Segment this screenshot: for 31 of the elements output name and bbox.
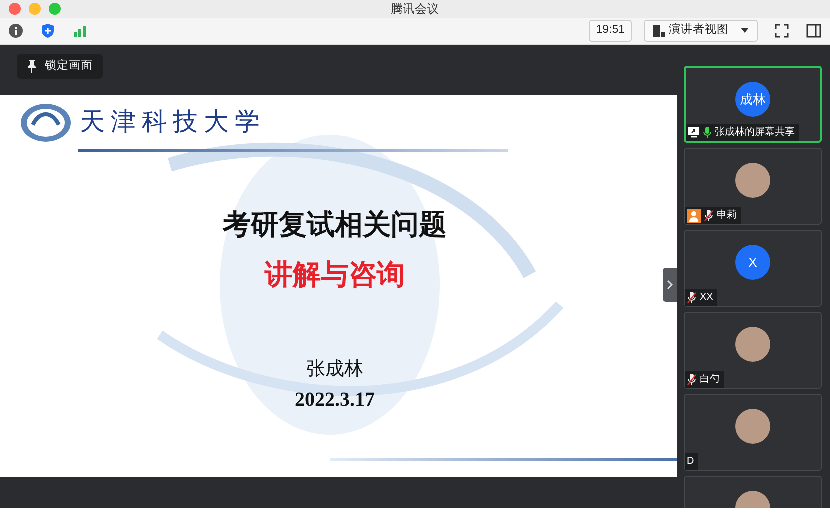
collapse-handle[interactable]	[663, 268, 677, 302]
lock-view-button[interactable]: 锁定画面	[17, 54, 103, 80]
view-dropdown[interactable]: 演讲者视图	[644, 20, 758, 42]
participant-name: XX	[700, 291, 714, 305]
initials-avatar: 成林	[736, 82, 770, 117]
meeting-time: 19:51	[589, 20, 632, 42]
shield-icon[interactable]	[40, 23, 56, 39]
participant-name: 白勺	[700, 373, 720, 387]
university-emblem-icon	[20, 103, 72, 143]
participant-name: 申莉	[717, 208, 737, 223]
slide-date: 2022.3.17	[295, 388, 375, 412]
pin-icon	[27, 60, 37, 74]
info-icon[interactable]	[8, 23, 24, 39]
sidebar-toggle-icon[interactable]	[806, 23, 822, 39]
participant-name: 张成林的屏幕共享	[715, 126, 795, 140]
university-name: 天津科技大学	[80, 108, 266, 138]
participant-name: D	[687, 455, 694, 469]
presenter-name: 张成林	[306, 358, 364, 382]
participant-tile[interactable]: 申莉	[684, 148, 822, 225]
fullscreen-icon[interactable]	[774, 23, 790, 39]
layout-icon	[653, 25, 665, 37]
participant-tile[interactable]: 成林 张成林的屏幕共享	[684, 66, 822, 143]
participant-tile[interactable]: X XX	[684, 230, 822, 307]
slide-title: 考研复试相关问题	[223, 208, 447, 242]
slide-subtitle: 讲解与咨询	[265, 258, 405, 292]
participant-tile[interactable]: 白勺	[684, 312, 822, 389]
initials-avatar: X	[736, 245, 770, 280]
window-title: 腾讯会议	[391, 1, 439, 18]
close-button[interactable]	[9, 3, 21, 15]
caret-icon	[741, 28, 749, 34]
participant-tile[interactable]: D	[684, 394, 822, 471]
